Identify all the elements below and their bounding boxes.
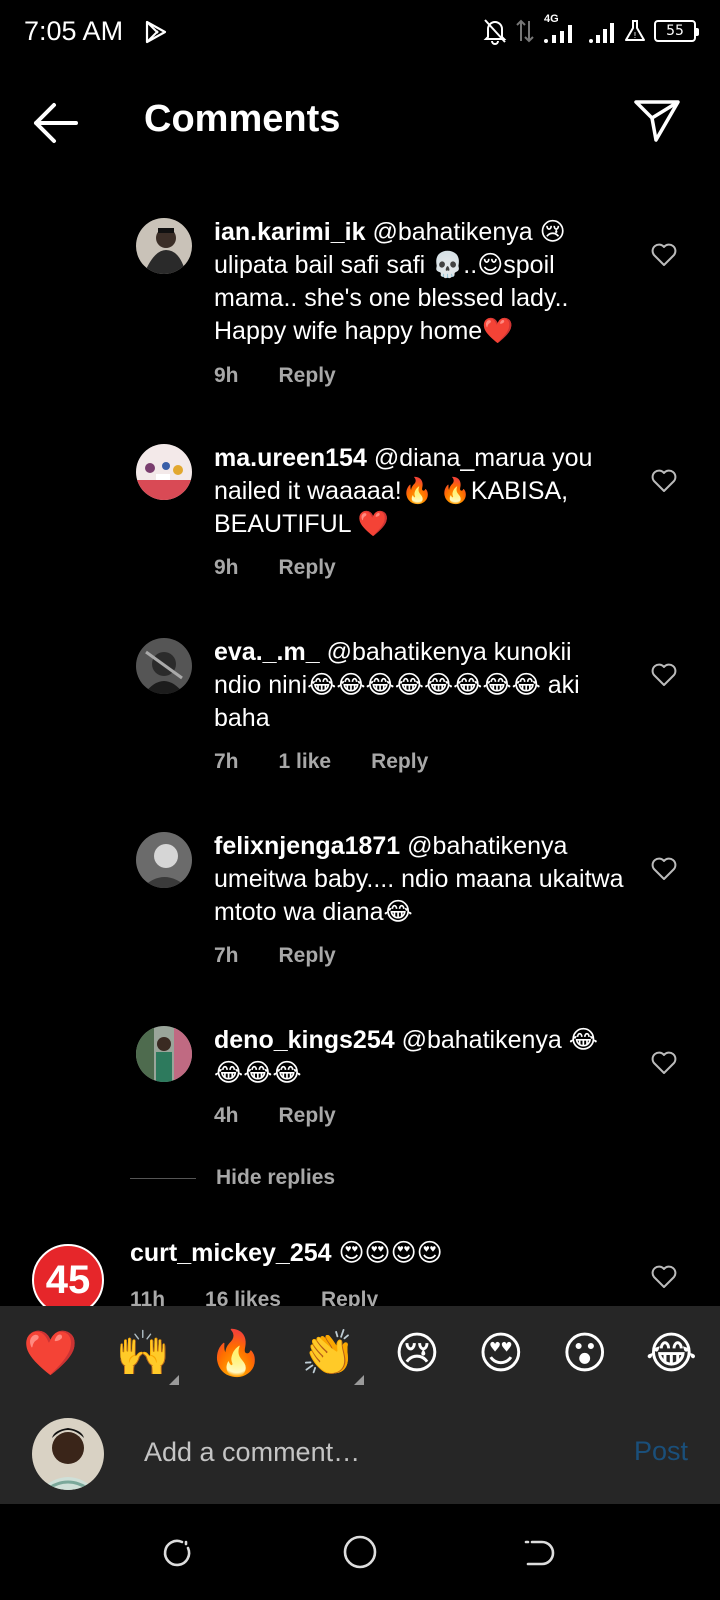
skin-tone-indicator — [168, 1375, 179, 1385]
comment-text: 😍😍😍😍 — [338, 1239, 443, 1267]
send-icon[interactable] — [632, 96, 682, 146]
comment-body: curt_mickey_254 😍😍😍😍 — [130, 1237, 630, 1270]
avatar — [32, 1418, 104, 1490]
skin-tone-indicator — [354, 1375, 365, 1385]
comment-time: 7h — [214, 750, 239, 773]
post-button[interactable]: Post — [634, 1436, 688, 1467]
comment-likes[interactable]: 1 like — [279, 750, 332, 774]
svg-text:!: ! — [633, 31, 636, 40]
comment-body: ma.ureen154 @diana_marua you nailed it w… — [214, 442, 624, 541]
heart-icon[interactable] — [650, 662, 678, 688]
comment-username[interactable]: eva._.m_ — [214, 638, 320, 666]
divider — [130, 1177, 196, 1179]
emoji-glyph: 🙌 — [115, 1328, 171, 1379]
heart-icon[interactable] — [650, 468, 678, 494]
comment-username[interactable]: ian.karimi_ik — [214, 218, 365, 246]
recent-apps-icon[interactable] — [162, 1538, 192, 1568]
status-icons: 4G ! 55 — [482, 13, 699, 46]
comment-time: 7h — [214, 944, 239, 967]
emoji-heart-eyes[interactable]: 😍 — [478, 1329, 524, 1379]
heart-icon[interactable] — [650, 1264, 678, 1290]
back-nav-icon[interactable] — [524, 1538, 556, 1568]
emoji-fire[interactable]: 🔥 — [209, 1329, 264, 1379]
comment-username[interactable]: deno_kings254 — [214, 1026, 395, 1054]
comment-time: 9h — [214, 364, 239, 387]
comment-username[interactable]: felixnjenga1871 — [214, 832, 400, 860]
comment-meta: 7h Reply — [214, 944, 376, 968]
comment-time: 11h — [130, 1288, 166, 1308]
comment-meta: 4h Reply — [214, 1104, 376, 1128]
emoji-heart[interactable]: ❤️ — [23, 1329, 78, 1379]
comment-meta: 9h Reply — [214, 364, 376, 388]
data-transfer-icon — [516, 19, 534, 43]
comment-username[interactable]: ma.ureen154 — [214, 444, 367, 472]
header: Comments — [0, 80, 720, 166]
emoji-crying[interactable]: 😢 — [394, 1329, 440, 1379]
home-icon[interactable] — [342, 1534, 378, 1570]
signal-bars-2-icon — [589, 23, 614, 43]
comment-body: ian.karimi_ik @bahatikenya 😢 ulipata bai… — [214, 216, 624, 348]
signal-bars-icon — [544, 25, 572, 43]
comment-time: 9h — [214, 556, 239, 579]
flask-icon: ! — [625, 20, 645, 41]
reply-button[interactable]: Reply — [279, 364, 336, 388]
reply-button[interactable]: Reply — [279, 944, 336, 968]
avatar[interactable] — [136, 218, 192, 274]
emoji-clapping[interactable]: 👏 — [301, 1328, 365, 1385]
reply-button[interactable]: Reply — [279, 1104, 336, 1128]
back-arrow-icon[interactable] — [30, 100, 82, 146]
avatar[interactable] — [136, 444, 192, 500]
mute-notification-icon — [483, 19, 507, 45]
hide-replies[interactable]: Hide replies — [130, 1166, 335, 1190]
comment-meta: 11h 16 likes Reply — [130, 1288, 418, 1308]
comment-likes[interactable]: 16 likes — [205, 1288, 281, 1308]
heart-icon[interactable] — [650, 856, 678, 882]
comment-body: eva._.m_ @bahatikenya kunokii ndio nini😂… — [214, 636, 624, 735]
reply-button[interactable]: Reply — [279, 556, 336, 580]
page-title: Comments — [144, 98, 341, 140]
emoji-laughing[interactable]: 😂 — [646, 1329, 697, 1379]
comment-meta: 7h 1 like Reply — [214, 750, 468, 774]
emoji-surprised[interactable]: 😮 — [562, 1329, 608, 1379]
signal-4g: 4G — [542, 13, 580, 45]
emoji-glyph: 👏 — [301, 1328, 357, 1379]
reply-button[interactable]: Reply — [371, 750, 428, 774]
comment-input-bar: Post — [0, 1402, 720, 1504]
status-time: 7:05 AM — [24, 16, 124, 46]
hide-replies-label[interactable]: Hide replies — [216, 1166, 335, 1190]
avatar[interactable] — [136, 832, 192, 888]
emoji-quick-bar: ❤️ 🙌 🔥 👏 😢 😍 😮 😂 — [0, 1306, 720, 1402]
system-nav-bar — [0, 1504, 720, 1600]
avatar[interactable] — [136, 1026, 192, 1082]
comment-body: deno_kings254 @bahatikenya 😂😂😂😂 — [214, 1024, 624, 1090]
comment-input[interactable] — [144, 1432, 604, 1472]
comment-time: 4h — [214, 1104, 239, 1127]
status-bar: 7:05 AM 4G ! 55 — [0, 0, 720, 66]
avatar[interactable] — [136, 638, 192, 694]
comment-meta: 9h Reply — [214, 556, 376, 580]
heart-icon[interactable] — [650, 242, 678, 268]
battery-icon: 55 — [654, 20, 699, 42]
reply-button[interactable]: Reply — [321, 1288, 378, 1308]
comment-username[interactable]: curt_mickey_254 — [130, 1239, 332, 1267]
emoji-raised-hands[interactable]: 🙌 — [115, 1328, 179, 1385]
play-store-icon — [145, 20, 167, 44]
avatar-badge-text: 45 — [45, 1257, 91, 1302]
comment-body: felixnjenga1871 @bahatikenya umeitwa bab… — [214, 830, 624, 929]
heart-icon[interactable] — [650, 1050, 678, 1076]
